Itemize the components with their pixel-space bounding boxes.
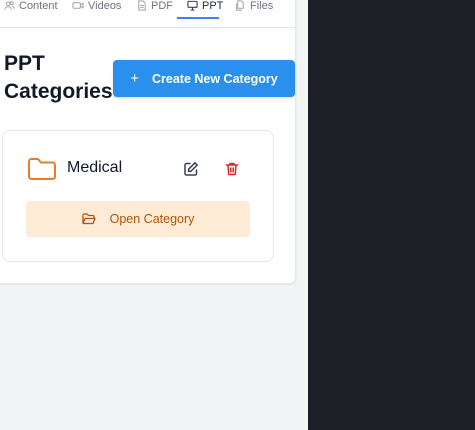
dark-side-panel (308, 0, 475, 430)
presentation-icon (187, 0, 198, 11)
page-title-line2: Categories (4, 80, 113, 103)
tab-label: PDF (151, 0, 173, 12)
tab-ppt[interactable]: PPT (187, 0, 223, 18)
tab-content[interactable]: Content (4, 0, 58, 18)
plus-icon: + (130, 70, 139, 87)
folder-open-icon (81, 213, 96, 225)
create-category-button[interactable]: + Create New Category (113, 60, 295, 97)
tab-files[interactable]: Files (235, 0, 273, 18)
tab-videos[interactable]: Videos (72, 0, 121, 18)
edit-icon (183, 162, 199, 181)
create-category-label: Create New Category (152, 71, 278, 86)
edit-category-button[interactable] (183, 161, 203, 181)
page-title-line1: PPT (4, 52, 45, 75)
main-pane: Content Videos PDF PPT Files PPT Categor… (0, 0, 308, 430)
users-icon (4, 0, 15, 11)
tab-label: Videos (88, 0, 122, 12)
tab-bar: Content Videos PDF PPT Files (0, 0, 295, 28)
trash-icon (224, 162, 240, 181)
files-icon (235, 0, 246, 11)
open-category-label: Open Category (109, 212, 195, 226)
tab-label: Files (250, 0, 274, 12)
tab-label: PPT (202, 0, 224, 12)
video-icon (72, 0, 84, 11)
page-title: PPT Categories (4, 50, 113, 106)
file-text-icon (137, 0, 147, 11)
tab-pdf[interactable]: PDF (137, 0, 173, 18)
category-name: Medical (67, 159, 123, 176)
open-category-button[interactable]: Open Category (26, 201, 250, 237)
delete-category-button[interactable] (224, 161, 244, 181)
folder-icon (27, 157, 57, 186)
category-card: Medical Open Category (2, 130, 274, 262)
tab-label: Content (19, 0, 58, 12)
active-tab-indicator (177, 17, 219, 19)
